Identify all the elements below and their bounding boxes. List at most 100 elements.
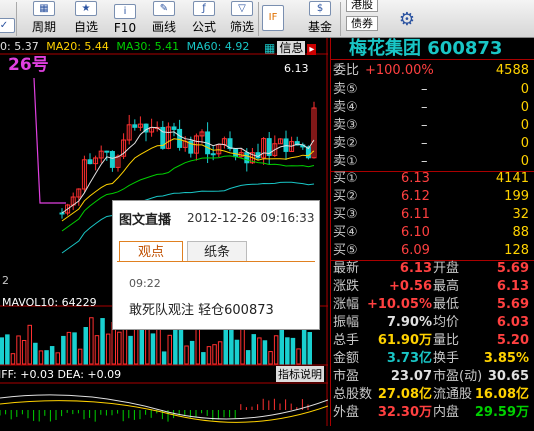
toolbar-label: 基金 bbox=[307, 20, 332, 34]
volume-bar bbox=[5, 334, 10, 365]
buy-row: 买⑤ 6.09 128 bbox=[331, 242, 534, 260]
indicator-help-button[interactable]: 指标说明 bbox=[276, 366, 324, 382]
close-icon[interactable]: ▸ bbox=[307, 44, 317, 55]
weibi-value: +100.00% bbox=[365, 63, 434, 78]
stat-row: 涨跌 +0.56 最高 6.13 bbox=[331, 278, 534, 296]
volume-bar bbox=[290, 337, 296, 365]
volume-bar bbox=[251, 334, 256, 365]
ma20-label: MA20: 5.44 bbox=[46, 40, 109, 53]
message-text: 敢死队观注 轻仓600873 bbox=[129, 303, 274, 318]
tab-underline bbox=[117, 261, 315, 262]
sell-label: 卖④ bbox=[333, 100, 358, 115]
stat-label: 开盘 bbox=[433, 261, 460, 276]
stat-value: 16.08亿 bbox=[474, 387, 529, 402]
volume-bar bbox=[184, 345, 189, 365]
sell-price: – bbox=[421, 154, 428, 169]
volume-bar bbox=[61, 335, 66, 365]
toolbar-button-f10[interactable]: i F10 bbox=[108, 0, 142, 38]
stat-value: 3.73亿 bbox=[386, 351, 432, 366]
stat-label: 总股数 bbox=[333, 387, 373, 402]
stat-label: 总手 bbox=[333, 333, 360, 348]
toolbar-button-fund[interactable]: $ 基金 bbox=[300, 0, 340, 38]
buy-price: 6.11 bbox=[401, 207, 430, 222]
buy-row: 买④ 6.10 88 bbox=[331, 224, 534, 242]
bond-tab[interactable]: 债券 bbox=[346, 16, 378, 31]
toolbar-label: 自选 bbox=[73, 20, 98, 34]
stat-row: 涨幅 +10.05% 最低 5.69 bbox=[331, 296, 534, 314]
stat-value: 3.85% bbox=[483, 351, 529, 366]
draw-icon: ✎ bbox=[153, 1, 175, 16]
toolbar-label: 公式 bbox=[191, 20, 216, 34]
stat-value: 6.13 bbox=[399, 261, 432, 276]
tab-notes[interactable]: 纸条 bbox=[187, 241, 247, 262]
volume-bar bbox=[21, 339, 27, 365]
stat-value: 30.65 bbox=[487, 369, 529, 384]
toolbar-button-filter[interactable]: ▽ 筛选 bbox=[222, 0, 262, 38]
buy-label: 买① bbox=[333, 171, 358, 186]
layout-icon: IF bbox=[262, 5, 284, 31]
volume-bar bbox=[77, 348, 83, 365]
sell-row: 卖③ – 0 bbox=[331, 117, 534, 135]
volume-bar bbox=[27, 324, 32, 365]
volume-bar bbox=[33, 342, 38, 365]
stat-value: +10.05% bbox=[366, 297, 432, 312]
macd-label: IFF: +0.03 DEA: +0.09 bbox=[0, 368, 122, 381]
stat-row: 最新 6.13 开盘 5.69 bbox=[331, 260, 534, 278]
hk-stock-tab[interactable]: 港股 bbox=[346, 0, 378, 12]
layout-button[interactable]: IF bbox=[262, 0, 284, 38]
toolbar-partial-button[interactable]: ✓ bbox=[0, 0, 15, 38]
volume-bar bbox=[83, 327, 88, 365]
stat-value: 6.13 bbox=[496, 279, 529, 294]
volume-bar bbox=[285, 337, 290, 365]
settings-button[interactable]: ⚙ bbox=[394, 0, 420, 38]
buy-row: 买③ 6.11 32 bbox=[331, 206, 534, 224]
sell-volume: 0 bbox=[520, 100, 529, 115]
volume-bar bbox=[38, 350, 44, 365]
volume-bar bbox=[161, 351, 167, 365]
sell-price: – bbox=[421, 136, 428, 151]
buy-price: 6.10 bbox=[401, 225, 430, 240]
info-icon: i bbox=[114, 4, 136, 19]
sell-row: 卖② – 0 bbox=[331, 135, 534, 153]
macd-line bbox=[0, 394, 329, 420]
volume-bar bbox=[245, 350, 251, 365]
stat-row: 总股数 27.08亿 流通股 16.08亿 bbox=[331, 386, 534, 404]
toolbar-button-formula[interactable]: ƒ 公式 bbox=[184, 0, 224, 38]
toolbar: ✓ ▦ 周期 ★ 自选 i F10 ✎ 画线 ƒ 公式 ▽ 筛选 IF $ 基金 港股 债券 … bbox=[0, 0, 534, 38]
weibi-diff: 4588 bbox=[495, 63, 529, 78]
volume-bar bbox=[262, 340, 268, 365]
buy-volume: 4141 bbox=[495, 171, 529, 186]
candle-body bbox=[104, 150, 110, 153]
tab-viewpoint[interactable]: 观点 bbox=[119, 241, 183, 262]
volume-bar bbox=[128, 335, 133, 365]
calendar-icon: ▦ bbox=[33, 1, 55, 16]
toolbar-button-draw[interactable]: ✎ 画线 bbox=[144, 0, 184, 38]
sell-label: 卖③ bbox=[333, 118, 358, 133]
sell-volume: 0 bbox=[520, 118, 529, 133]
volume-bar bbox=[44, 350, 49, 365]
volume-bar bbox=[150, 333, 156, 365]
stat-value: 5.20 bbox=[496, 333, 529, 348]
stat-row: 外盘 32.30万 内盘 29.59万 bbox=[331, 404, 534, 422]
live-popup: 图文直播 2012-12-26 09:16:33 观点 纸条 09:22 敢死队… bbox=[112, 200, 320, 330]
date-label: 26号 bbox=[8, 55, 49, 75]
volume-bar bbox=[122, 328, 128, 365]
volume-bar bbox=[89, 317, 94, 365]
stat-value: 23.07 bbox=[390, 369, 432, 384]
info-button[interactable]: 信息 bbox=[277, 41, 306, 55]
info-panel-toggle[interactable]: ▦ 信息 ▸ bbox=[264, 39, 317, 56]
toolbar-button-watchlist[interactable]: ★ 自选 bbox=[66, 0, 106, 38]
candle-body bbox=[109, 151, 115, 168]
popup-timestamp: 2012-12-26 09:16:33 bbox=[187, 211, 315, 225]
stat-label: 最新 bbox=[333, 261, 360, 276]
toolbar-button-period[interactable]: ▦ 周期 bbox=[24, 0, 64, 38]
volume-bar bbox=[234, 339, 240, 365]
volume-bar bbox=[201, 352, 206, 365]
sell-price: – bbox=[421, 100, 428, 115]
toolbar-label: F10 bbox=[113, 21, 137, 35]
volume-bar bbox=[66, 331, 72, 365]
volume-bar bbox=[49, 346, 55, 365]
stat-value: 27.08亿 bbox=[377, 387, 432, 402]
star-icon: ★ bbox=[75, 1, 97, 16]
buy-row: 买② 6.12 199 bbox=[331, 188, 534, 206]
